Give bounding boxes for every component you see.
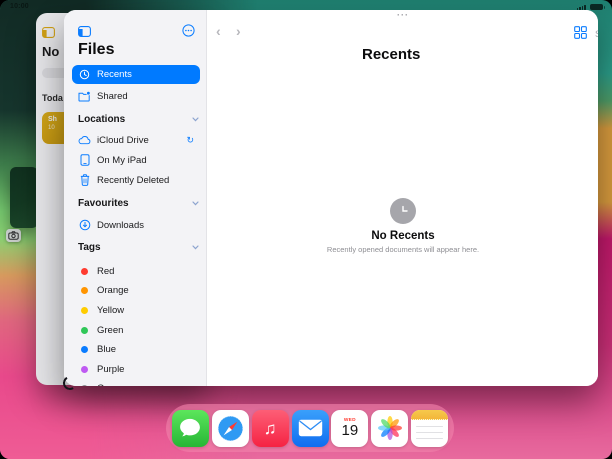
tag-dot-red [81, 268, 88, 275]
notes-icon-yellow-band [411, 410, 448, 420]
downloads-icon [78, 219, 91, 231]
camera-app-badge[interactable] [6, 229, 21, 242]
music-note-icon: ♫ [264, 420, 277, 437]
tag-dot-yellow [81, 307, 88, 314]
sidebar-item-label: Recently Deleted [97, 175, 169, 186]
files-content-pane: ··· ‹ › Select [208, 10, 598, 386]
sidebar-item-on-my-ipad[interactable]: On My iPad [72, 152, 200, 168]
safari-icon [215, 413, 246, 444]
sidebar-more-button[interactable] [182, 24, 195, 42]
sidebar-item-label: Yellow [97, 305, 124, 316]
sidebar-item-label: Downloads [97, 220, 144, 231]
chevron-down-icon [192, 117, 199, 122]
sidebar-item-label: Orange [97, 285, 129, 296]
dock-app-music[interactable]: ♫ [252, 410, 289, 447]
dock-app-safari[interactable] [212, 410, 249, 447]
sidebar-item-tag-red[interactable]: Red [72, 263, 200, 279]
tag-dot-blue [81, 346, 88, 353]
sidebar-item-tag-grey[interactable]: Grey [72, 380, 200, 386]
sidebar-section-tags[interactable]: Tags [78, 242, 199, 253]
tag-dot-green [81, 327, 88, 334]
no-recents-clock-icon [390, 198, 416, 224]
empty-state-title: No Recents [208, 230, 598, 242]
back-button[interactable]: ‹ [216, 24, 221, 38]
sidebar-item-tag-yellow[interactable]: Yellow [72, 302, 200, 318]
stage-manager-app-thumbnail[interactable] [10, 167, 38, 228]
ipad-screen: 10:00 No Toda Sh 10 [0, 0, 612, 459]
photos-flower-icon [375, 413, 405, 443]
icloud-sync-icon[interactable]: ↻ [186, 136, 194, 145]
section-label: Tags [78, 242, 101, 253]
empty-state-caption: Recently opened documents will appear he… [208, 245, 598, 254]
sidebar-section-favourites[interactable]: Favourites [78, 198, 199, 209]
dock-app-messages[interactable] [172, 410, 209, 447]
dock-app-calendar[interactable]: WED 19 [331, 410, 368, 447]
sidebar-item-recents[interactable]: Recents [72, 65, 200, 84]
clock-icon [78, 69, 91, 80]
status-time: 10:00 [10, 3, 29, 10]
forward-button[interactable]: › [236, 24, 241, 38]
files-sidebar: Files Recents Shared Locations [64, 10, 207, 386]
chevron-down-icon [192, 245, 199, 250]
ipad-icon [78, 154, 91, 166]
sidebar-item-label: Blue [97, 344, 116, 355]
select-button[interactable]: Select [595, 29, 598, 40]
dock-app-mail[interactable] [292, 410, 329, 447]
view-options-grid-icon[interactable] [574, 26, 587, 44]
sidebar-item-tag-orange[interactable]: Orange [72, 282, 200, 298]
sidebar-item-tag-purple[interactable]: Purple [72, 361, 200, 377]
window-drag-handle[interactable]: ··· [397, 10, 409, 20]
files-window: Files Recents Shared Locations [64, 10, 598, 386]
sidebar-item-label: On My iPad [97, 155, 147, 166]
sidebar-item-label: Recents [97, 69, 132, 80]
tag-dot-grey [81, 385, 88, 387]
sidebar-item-label: Grey [97, 383, 118, 387]
section-label: Locations [78, 114, 125, 125]
sidebar-item-label: Red [97, 266, 114, 277]
messages-icon [178, 417, 202, 439]
shared-folder-icon [78, 91, 91, 102]
sidebar-item-label: Green [97, 325, 123, 336]
icloud-drive-icon [78, 136, 91, 145]
sidebar-item-downloads[interactable]: Downloads [72, 217, 200, 233]
sidebar-item-label: iCloud Drive [97, 135, 149, 146]
tag-dot-orange [81, 287, 88, 294]
chevron-down-icon [192, 201, 199, 206]
trash-icon [78, 174, 91, 186]
tag-dot-purple [81, 366, 88, 373]
sidebar-item-shared[interactable]: Shared [72, 88, 200, 104]
mail-icon [298, 419, 323, 437]
camera-icon [8, 231, 19, 240]
section-label: Favourites [78, 198, 129, 209]
sidebar-item-label: Purple [97, 364, 124, 375]
sidebar-toggle-icon[interactable] [78, 24, 91, 42]
sidebar-item-icloud-drive[interactable]: iCloud Drive ↻ [72, 132, 200, 148]
sidebar-item-tag-blue[interactable]: Blue [72, 341, 200, 357]
dock-app-notes[interactable] [411, 410, 448, 447]
dock-app-photos[interactable] [371, 410, 408, 447]
sidebar-title: Files [78, 41, 114, 59]
sidebar-section-locations[interactable]: Locations [78, 114, 199, 125]
empty-state: No Recents Recently opened documents wil… [208, 198, 598, 254]
page-title: Recents [362, 46, 420, 63]
sidebar-item-label: Shared [97, 91, 128, 102]
calendar-day: 19 [342, 423, 359, 439]
dock: ♫ WED 19 [166, 404, 454, 452]
sidebar-item-tag-green[interactable]: Green [72, 322, 200, 338]
sidebar-item-recently-deleted[interactable]: Recently Deleted [72, 172, 200, 188]
